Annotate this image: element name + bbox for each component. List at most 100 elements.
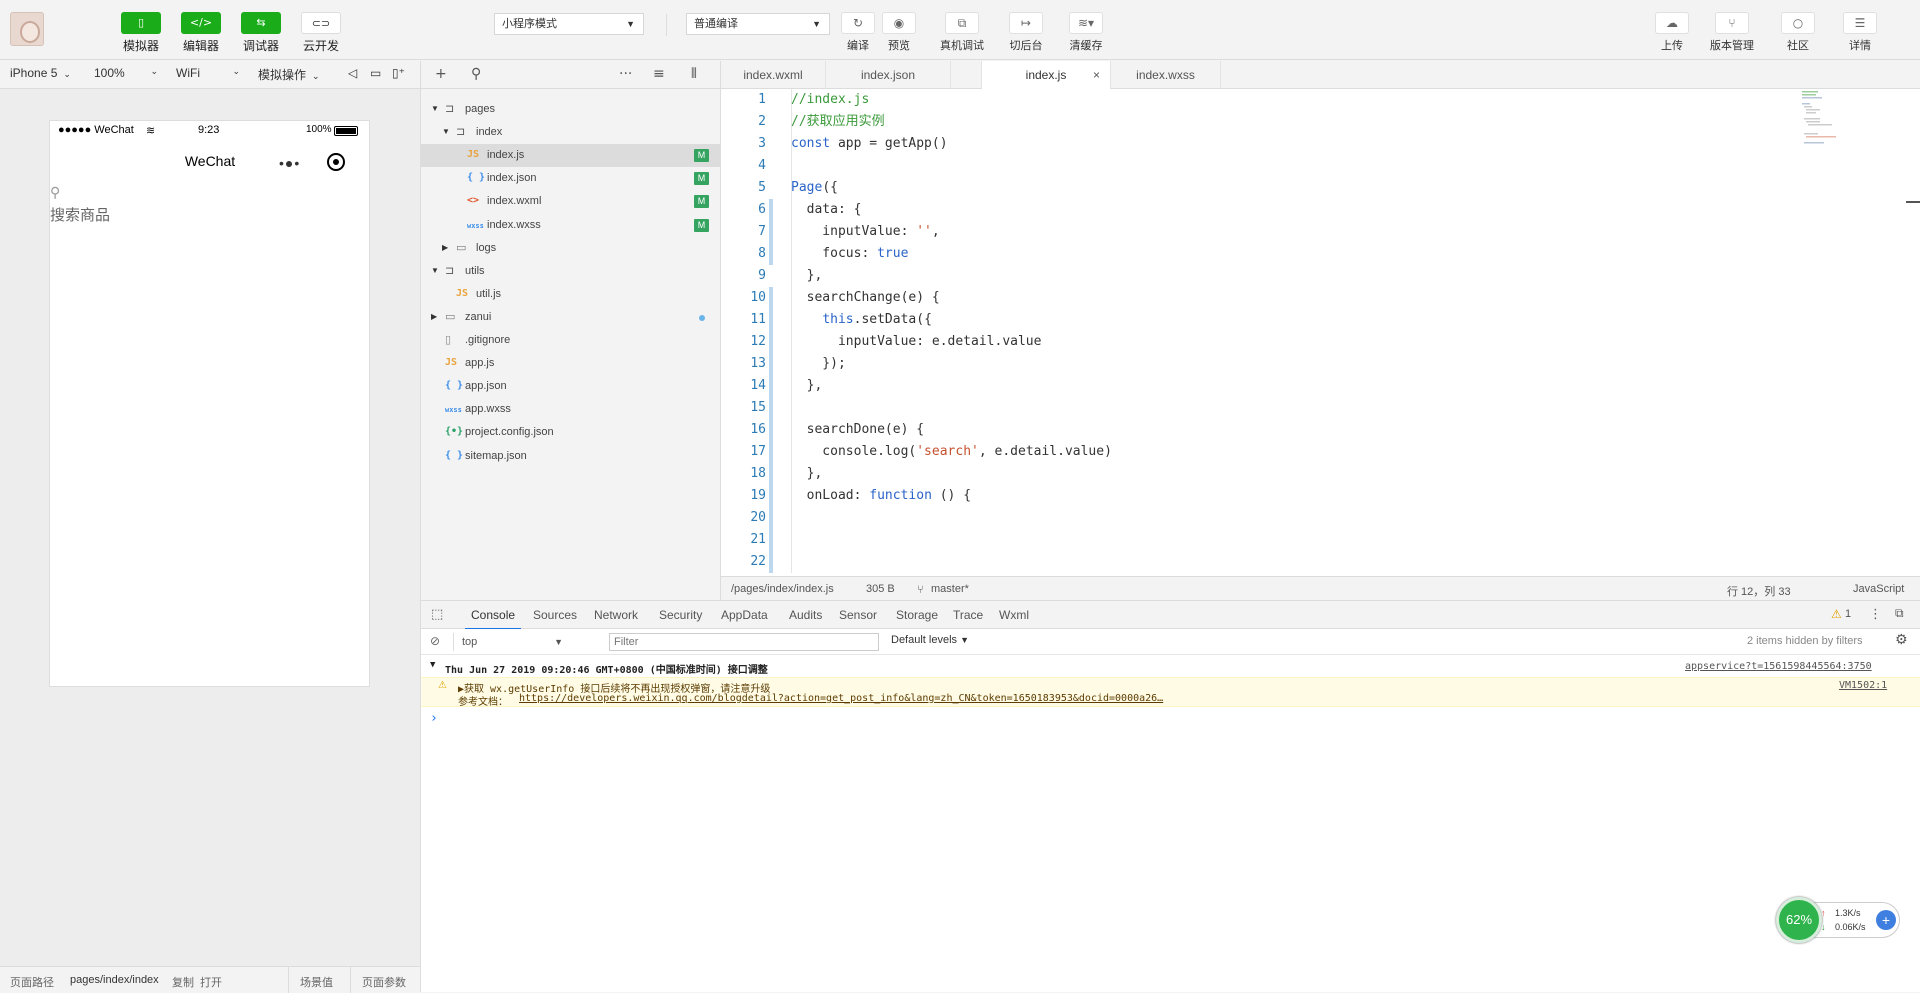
code-line[interactable]: 10 searchChange(e) { [721,287,1920,309]
kebab-menu-icon[interactable]: ⋮ [1869,606,1882,622]
zoom-select[interactable]: 100% ⌄ [94,66,158,80]
device-select[interactable]: iPhone 5 ⌄ [10,66,71,80]
triangle-down-icon[interactable]: ▼ [431,266,439,275]
code-line[interactable]: 13 }); [721,353,1920,375]
remote-debug-button[interactable]: ⧉ 真机调试 [940,12,984,53]
code-line[interactable]: 3 const app = getApp() [721,133,1920,155]
devtools-tab-sources[interactable]: Sources [533,608,577,622]
add-icon[interactable]: + [435,66,447,82]
triangle-down-icon[interactable]: ▼ [431,104,439,113]
background-button[interactable]: ↦ 切后台 [1004,12,1048,53]
code-line[interactable]: 21 [721,529,1920,551]
compile-button[interactable]: ↻ 编译 [836,12,880,53]
code-line[interactable]: 20 [721,507,1920,529]
inspect-icon[interactable]: ⬚ [431,607,443,622]
triangle-right-icon[interactable]: ▶ [431,312,437,321]
code-line[interactable]: 17 console.log('search', e.detail.value) [721,441,1920,463]
code-line[interactable]: 2 //获取应用实例 [721,111,1920,133]
warning-count[interactable]: 1 [1845,608,1851,620]
mode-select[interactable]: 小程序模式 ▼ [494,13,644,35]
git-branch[interactable]: master* [931,583,969,595]
code-line[interactable]: 9 }, [721,265,1920,287]
editor-button[interactable]: </> 编辑器 [176,12,226,54]
file-tree-item[interactable]: <> index.wxml M [421,190,721,213]
warning-source-link[interactable]: VM1502:1 [1839,680,1887,691]
code-line[interactable]: 19 onLoad: function () { [721,485,1920,507]
code-line[interactable]: 18 }, [721,463,1920,485]
devtools-tab-security[interactable]: Security [659,608,702,622]
search-input[interactable]: 搜索商品 [50,204,110,225]
settings-gear-icon[interactable]: ⚙ [1895,632,1908,648]
network-speed-widget[interactable]: ↑ 1.3K/s ↓ 0.06K/s + 62% [1776,897,1900,943]
devtools-tab-console[interactable]: Console [464,608,522,630]
version-button[interactable]: ⑂ 版本管理 [1710,12,1754,53]
search-icon[interactable]: ⚲ [471,66,481,82]
levels-select[interactable]: Default levels ▼ [891,634,969,646]
file-tree-item[interactable]: { } sitemap.json [421,445,721,468]
sim-ops-select[interactable]: 模拟操作 ⌄ [258,66,320,83]
warning-doc-link[interactable]: https://developers.weixin.qq.com/blogdet… [519,693,1163,704]
volume-icon[interactable]: ◁ [348,66,357,80]
menu-capsule[interactable]: •●• [265,151,349,175]
avatar[interactable] [10,12,44,46]
tab-index-wxml[interactable]: index.wxml [721,61,826,89]
devtools-tab-network[interactable]: Network [594,608,638,622]
close-icon[interactable]: × [1093,61,1100,89]
upload-button[interactable]: ☁ 上传 [1650,12,1694,53]
file-tree-item[interactable]: ▯ .gitignore [421,329,721,352]
devtools-tab-storage[interactable]: Storage [896,608,938,622]
compile-select[interactable]: 普通编译 ▼ [686,13,830,35]
page-params-link[interactable]: 页面参数 [362,974,406,990]
code-line[interactable]: 7 inputValue: '', [721,221,1920,243]
simulator-button[interactable]: ▯ 模拟器 [116,12,166,54]
triangle-right-icon[interactable]: ▶ [442,243,448,252]
file-tree-item[interactable]: { } app.json [421,375,721,398]
close-target-icon[interactable] [327,153,345,171]
code-line[interactable]: 15 [721,397,1920,419]
rotate-icon[interactable]: ▭ [370,66,381,80]
code-line[interactable]: 22 [721,551,1920,573]
code-line[interactable]: 1 //index.js [721,89,1920,111]
code-line[interactable]: 4 [721,155,1920,177]
copy-link[interactable]: 复制 [172,974,194,990]
dock-icon[interactable]: ⧉ [1895,606,1904,621]
triangle-down-icon[interactable]: ▼ [430,660,435,670]
detach-icon[interactable]: ▯⁺ [392,66,405,80]
console-warning-row[interactable]: ⚠ ▶获取 wx.getUserInfo 接口后续将不再出现授权弹窗，请注意升级… [421,677,1920,708]
devtools-tab-sensor[interactable]: Sensor [839,608,877,622]
code-line[interactable]: 6 data: { [721,199,1920,221]
console-group-row[interactable]: ▼ Thu Jun 27 2019 09:20:46 GMT+0800 (中国标… [421,659,1920,676]
file-tree-item[interactable]: JS app.js [421,352,721,375]
debugger-button[interactable]: ⇆ 调试器 [236,12,286,54]
file-tree-item[interactable]: ▼ ⊐ index [421,121,721,144]
file-tree-item[interactable]: ▶ ▭ zanui [421,306,721,329]
code-line[interactable]: 16 searchDone(e) { [721,419,1920,441]
open-link[interactable]: 打开 [200,974,222,990]
clear-cache-button[interactable]: ≋▾ 清缓存 [1064,12,1108,53]
tab-index-js[interactable]: index.js × [981,61,1111,90]
boost-icon[interactable]: + [1876,910,1896,930]
code-line[interactable]: 8 focus: true [721,243,1920,265]
file-tree-item[interactable]: { } index.json M [421,167,721,190]
code-area[interactable]: 1 //index.js 2 //获取应用实例 3 const app = getApp(… [721,89,1920,576]
split-icon[interactable]: ⫴ [691,66,697,82]
clear-console-icon[interactable]: ⊘ [430,634,440,648]
tab-index-wxss[interactable]: index.wxss [1111,61,1221,89]
triangle-down-icon[interactable]: ▼ [442,127,450,136]
memory-ball[interactable]: 62% [1776,897,1822,943]
network-select[interactable]: WiFi ⌄ [176,66,240,80]
file-tree-item[interactable]: JS util.js [421,283,721,306]
devtools-tab-wxml[interactable]: Wxml [999,608,1029,622]
preview-button[interactable]: ◉ 预览 [877,12,921,53]
more-dots-icon[interactable]: •●• [279,155,300,171]
file-tree-item[interactable]: {•} project.config.json [421,421,721,444]
cursor-position[interactable]: 行 12，列 33 [1727,583,1791,599]
file-tree-item[interactable]: ▼ ⊐ utils [421,260,721,283]
devtools-tab-appdata[interactable]: AppData [721,608,768,622]
community-button[interactable]: ○ 社区 [1776,12,1820,53]
devtools-tab-trace[interactable]: Trace [953,608,983,622]
code-line[interactable]: 12 inputValue: e.detail.value [721,331,1920,353]
tab-index-json[interactable]: index.json [826,61,951,89]
scene-link[interactable]: 场景值 [300,974,333,990]
code-line[interactable]: 14 }, [721,375,1920,397]
